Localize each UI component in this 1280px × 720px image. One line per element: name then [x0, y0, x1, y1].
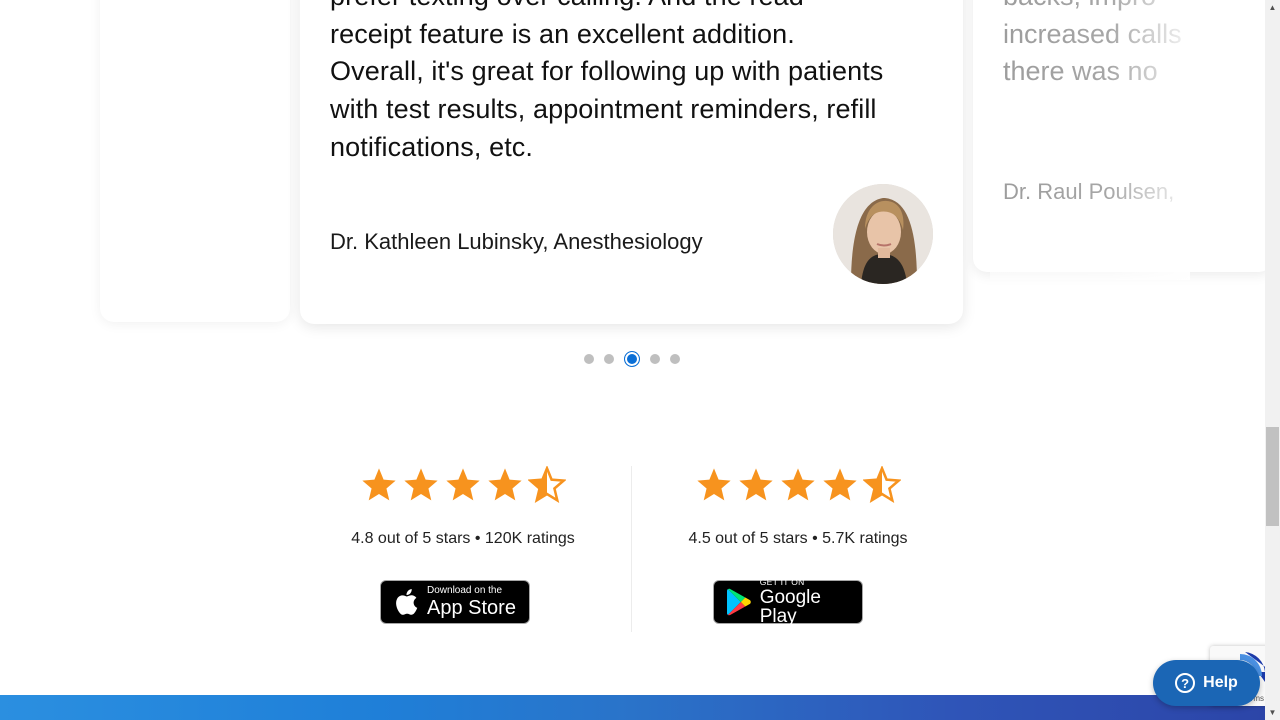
- star-icon: [528, 466, 566, 504]
- quote-line: increased calls: [1003, 18, 1182, 49]
- star-icon: [781, 468, 815, 501]
- scrollbar-thumb[interactable]: [1266, 427, 1279, 526]
- testimonial-author-next: Dr. Raul Poulsen,: [1003, 179, 1175, 204]
- star-icon: [362, 468, 396, 501]
- scroll-up-arrow-icon[interactable]: ▲: [1265, 0, 1280, 15]
- quote-line: there was no: [1003, 56, 1158, 87]
- scroll-down-arrow-icon[interactable]: ▼: [1265, 705, 1280, 720]
- star-icon: [697, 468, 731, 501]
- question-icon: ?: [1175, 673, 1196, 693]
- star-icon: [739, 468, 773, 501]
- quote-line: prefer texting over calling. And the rea…: [330, 0, 950, 16]
- app-store-button[interactable]: Download on the App Store: [380, 580, 530, 624]
- badge-caption: Download on the: [427, 585, 503, 596]
- google-play-button[interactable]: GET IT ON Google Play: [713, 576, 863, 628]
- testimonial-card-previous: [100, 0, 290, 322]
- vertical-scrollbar[interactable]: ▲ ▼: [1265, 0, 1280, 720]
- star-icon: [863, 466, 901, 504]
- author-avatar: [833, 184, 933, 284]
- star-rating: [648, 466, 948, 510]
- star-icon: [446, 468, 480, 501]
- footer-banner: [0, 695, 1265, 720]
- apple-icon: [396, 589, 418, 615]
- avatar-portrait-icon: [833, 184, 933, 284]
- google-play-icon: [726, 588, 751, 616]
- help-button[interactable]: ? Help: [1153, 660, 1260, 706]
- help-label: Help: [1203, 674, 1238, 691]
- quote-line: receipt feature is an excellent addition…: [330, 18, 795, 49]
- carousel-dot-2[interactable]: [604, 354, 614, 364]
- quote-line: Overall, it's great for following up wit…: [330, 56, 884, 87]
- star-icon: [488, 468, 522, 501]
- google-play-rating: 4.5 out of 5 stars • 5.7K ratings: [648, 466, 948, 548]
- rating-summary: 4.5 out of 5 stars • 5.7K ratings: [688, 530, 908, 547]
- testimonial-author: Dr. Kathleen Lubinsky, Anesthesiology: [330, 229, 703, 254]
- quote-line: backs, impro: [1003, 0, 1185, 16]
- star-rating: [313, 466, 613, 510]
- rating-divider: [631, 466, 632, 632]
- app-store-rating: 4.8 out of 5 stars • 120K ratings: [313, 466, 613, 548]
- carousel-pagination: [584, 351, 690, 367]
- star-icon: [404, 468, 438, 501]
- testimonial-quote-next: backs, impro increased calls there was n…: [1003, 0, 1185, 91]
- badge-store-name: Google Play: [759, 587, 821, 628]
- testimonial-quote: prefer texting over calling. And the rea…: [330, 0, 950, 167]
- star-icon: [823, 468, 857, 501]
- badge-store-name: App Store: [427, 597, 516, 619]
- carousel-dot-1[interactable]: [584, 354, 594, 364]
- badge-caption: GET IT ON: [759, 576, 805, 587]
- carousel-dot-3[interactable]: [624, 351, 640, 367]
- quote-line: with test results, appointment reminders…: [330, 94, 877, 125]
- quote-line: notifications, etc.: [330, 131, 534, 162]
- rating-summary: 4.8 out of 5 stars • 120K ratings: [351, 530, 575, 547]
- carousel-dot-5[interactable]: [670, 354, 680, 364]
- carousel-dot-4[interactable]: [650, 354, 660, 364]
